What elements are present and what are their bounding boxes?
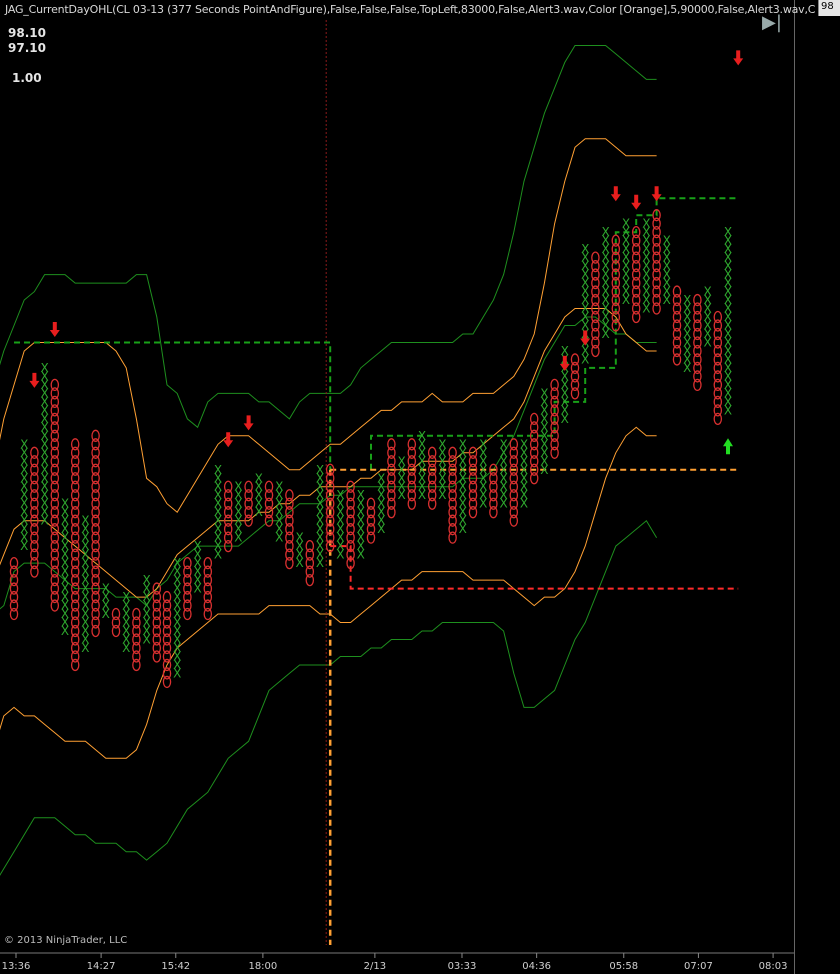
pf-o-box bbox=[448, 446, 457, 459]
pf-x-box: X bbox=[275, 480, 283, 494]
pf-x-box: X bbox=[703, 285, 711, 299]
pf-x-box: X bbox=[622, 217, 630, 231]
pf-o-box bbox=[285, 489, 294, 502]
pf-x-box: X bbox=[214, 463, 222, 477]
pf-x-box: X bbox=[418, 429, 426, 443]
x-tick-label: 14:27 bbox=[87, 961, 116, 972]
pf-x-box: X bbox=[20, 437, 28, 451]
pf-x-box: X bbox=[459, 437, 467, 451]
x-tick-label: 08:03 bbox=[759, 961, 788, 972]
pf-o-box bbox=[529, 412, 539, 426]
pf-x-box: X bbox=[357, 488, 365, 502]
pf-o-box bbox=[407, 438, 417, 451]
pf-x-box: X bbox=[336, 488, 344, 502]
pf-o-box bbox=[509, 438, 519, 451]
down-arrow-icon bbox=[733, 50, 744, 66]
pf-o-box bbox=[30, 446, 39, 459]
pf-x-box: X bbox=[663, 234, 671, 248]
down-arrow-icon bbox=[29, 372, 40, 388]
pf-x-box: X bbox=[40, 361, 48, 375]
down-arrow-icon bbox=[49, 321, 60, 337]
pf-o-box bbox=[111, 607, 121, 621]
x-tick-label: 15:42 bbox=[161, 961, 190, 972]
x-tick-label: 05:58 bbox=[609, 961, 638, 972]
pf-o-box bbox=[264, 480, 274, 493]
pf-o-box bbox=[9, 556, 19, 570]
scroll-to-end-icon[interactable]: ▶| bbox=[762, 12, 782, 33]
pf-o-box bbox=[570, 353, 580, 366]
pf-o-box bbox=[183, 556, 192, 570]
down-arrow-icon bbox=[631, 194, 642, 210]
info-line-3: 1.00 bbox=[12, 71, 42, 85]
pf-x-box: X bbox=[81, 514, 89, 528]
pf-o-box bbox=[203, 556, 213, 570]
chart-root: XXXXXXXXXXXXXXXXXXXXXXXXXXXXXXXXXXXXXXXX… bbox=[0, 0, 840, 974]
pf-x-box: X bbox=[193, 539, 201, 553]
pf-o-box bbox=[693, 293, 702, 307]
pf-x-box: X bbox=[102, 582, 110, 596]
pf-o-box bbox=[550, 378, 559, 392]
info-line-2: 97.10 bbox=[8, 41, 46, 55]
pf-x-box: X bbox=[520, 437, 528, 451]
pf-o-box bbox=[591, 251, 600, 264]
pf-x-box: X bbox=[295, 531, 303, 545]
pf-o-box bbox=[244, 480, 253, 493]
pf-x-box: X bbox=[540, 386, 548, 400]
x-tick-label: 18:00 bbox=[248, 961, 277, 972]
pf-x-box: X bbox=[724, 225, 732, 239]
pf-x-box: X bbox=[601, 225, 609, 239]
pf-o-box bbox=[70, 438, 80, 451]
pf-o-box bbox=[672, 285, 682, 298]
pf-x-box: X bbox=[438, 437, 446, 451]
chart-title: JAG_CurrentDayOHL(CL 03-13 (377 Seconds … bbox=[5, 3, 816, 16]
pf-x-box: X bbox=[255, 471, 263, 485]
pf-x-box: X bbox=[642, 217, 650, 231]
pf-x-box: X bbox=[479, 437, 487, 451]
pf-x-box: X bbox=[316, 463, 324, 477]
copyright: © 2013 NinjaTrader, LLC bbox=[4, 935, 128, 946]
chart-plot: XXXXXXXXXXXXXXXXXXXXXXXXXXXXXXXXXXXXXXXX… bbox=[0, 0, 833, 972]
pf-o-box bbox=[427, 446, 437, 459]
red-dash-level-3 bbox=[330, 545, 739, 590]
green-band-upper bbox=[0, 45, 657, 429]
pf-x-box: X bbox=[397, 454, 405, 468]
pf-o-box bbox=[162, 590, 172, 604]
pf-o-box bbox=[387, 438, 396, 451]
pf-x-box: X bbox=[683, 293, 691, 307]
pf-o-box bbox=[132, 607, 141, 621]
pf-x-box: X bbox=[377, 471, 385, 485]
pf-x-box: X bbox=[581, 242, 589, 256]
info-line-1: 98.10 bbox=[8, 26, 46, 40]
down-arrow-icon bbox=[223, 432, 234, 448]
pf-o-box bbox=[305, 539, 315, 553]
x-tick-label: 07:07 bbox=[684, 961, 713, 972]
pf-o-box bbox=[50, 378, 60, 392]
pf-o-box bbox=[91, 429, 100, 442]
x-tick-label: 03:33 bbox=[448, 961, 477, 972]
down-arrow-icon bbox=[243, 415, 254, 431]
pf-o-box bbox=[366, 497, 376, 510]
pf-x-box: X bbox=[561, 344, 569, 358]
pf-x-box: X bbox=[122, 590, 130, 604]
pf-x-box: X bbox=[499, 437, 507, 451]
pf-x-box: X bbox=[61, 497, 69, 511]
pf-x-box: X bbox=[173, 556, 181, 570]
x-tick-label: 04:36 bbox=[522, 961, 551, 972]
pf-o-box bbox=[223, 480, 233, 493]
price-axis bbox=[794, 0, 840, 974]
pf-o-box bbox=[713, 310, 723, 324]
x-tick-label: 2/13 bbox=[364, 961, 386, 972]
corner-label: 98 bbox=[821, 1, 834, 12]
pf-x-box: X bbox=[234, 480, 242, 494]
pf-x-box: X bbox=[142, 573, 150, 587]
x-tick-label: 13:36 bbox=[2, 961, 31, 972]
green-dash-level-0 bbox=[14, 341, 332, 470]
price-axis-corner: 98 bbox=[818, 0, 840, 16]
down-arrow-icon bbox=[610, 186, 621, 202]
up-arrow-icon bbox=[723, 438, 733, 455]
